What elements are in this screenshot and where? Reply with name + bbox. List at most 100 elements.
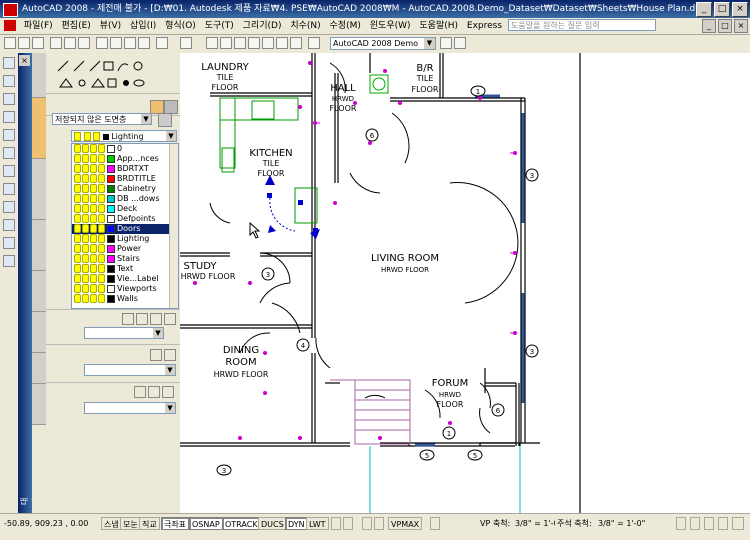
- menu-file[interactable]: 파일(F): [21, 18, 56, 34]
- bulb-icon[interactable]: [74, 164, 81, 173]
- doc-restore-button[interactable]: □: [718, 19, 732, 33]
- clean-screen-icon[interactable]: [732, 517, 744, 530]
- sun-icon[interactable]: [82, 264, 89, 273]
- workspace-dropdown[interactable]: AutoCAD 2008 Demo ▼: [330, 37, 436, 50]
- layer-row[interactable]: Text: [72, 264, 178, 274]
- draw-tools-icons[interactable]: [46, 53, 180, 93]
- object-property-dropdown[interactable]: ▼: [84, 327, 164, 339]
- lock-icon[interactable]: [98, 244, 105, 253]
- bulb-icon[interactable]: [74, 144, 81, 153]
- bulb-icon[interactable]: [74, 184, 81, 193]
- tab-table[interactable]: [32, 353, 46, 384]
- palette-title-bar[interactable]: × 대시보드: [18, 53, 62, 513]
- layer-row[interactable]: Viewports: [72, 284, 178, 294]
- copy-icon[interactable]: [110, 37, 122, 49]
- tool-10-icon[interactable]: [3, 219, 15, 231]
- layer-color-swatch[interactable]: [107, 224, 115, 233]
- zoom-extents-icon[interactable]: [162, 386, 174, 398]
- lock-icon[interactable]: [98, 164, 105, 173]
- sun-icon[interactable]: [82, 294, 89, 303]
- table-style-icon[interactable]: [164, 349, 176, 361]
- lock-icon[interactable]: [98, 274, 105, 283]
- lock-icon[interactable]: [98, 254, 105, 263]
- status-toggle[interactable]: 스냅: [101, 517, 122, 530]
- layer-color-swatch[interactable]: [107, 254, 115, 263]
- tool-2-icon[interactable]: [3, 75, 15, 87]
- annotation-scale-value[interactable]: 3/8" = 1'-0": [596, 517, 648, 530]
- open-icon[interactable]: [18, 37, 30, 49]
- lock-icon[interactable]: [98, 204, 105, 213]
- bulb-icon[interactable]: [74, 274, 81, 283]
- sun-icon[interactable]: [82, 184, 89, 193]
- tool-11-icon[interactable]: [3, 237, 15, 249]
- select-icon[interactable]: [122, 313, 134, 325]
- tool-1-icon[interactable]: [3, 57, 15, 69]
- bulb-icon[interactable]: [74, 254, 81, 263]
- preview-icon[interactable]: [64, 37, 76, 49]
- bulb-icon[interactable]: [74, 244, 81, 253]
- layer-row[interactable]: App...nces: [72, 154, 178, 164]
- model-icon[interactable]: [331, 517, 341, 530]
- lock-icon[interactable]: [98, 154, 105, 163]
- layer-row[interactable]: BDRTXT: [72, 164, 178, 174]
- workspace-settings-icon[interactable]: [440, 37, 452, 49]
- layer-row[interactable]: Doors: [72, 224, 178, 234]
- cut-icon[interactable]: [96, 37, 108, 49]
- pan-icon[interactable]: [134, 386, 146, 398]
- tool-6-icon[interactable]: [3, 147, 15, 159]
- layer-color-swatch[interactable]: [107, 174, 115, 183]
- layer-list[interactable]: 0 App...nces BDRTXT BRDTITLE Cabinetry DB ...…: [71, 143, 179, 309]
- layer-color-swatch[interactable]: [107, 234, 115, 243]
- status-toggle[interactable]: OTRACK: [222, 517, 261, 530]
- help-icon[interactable]: [308, 37, 320, 49]
- freeze-icon[interactable]: [90, 194, 97, 203]
- select-similar-icon[interactable]: [150, 313, 162, 325]
- sun-icon[interactable]: [82, 274, 89, 283]
- menu-tools[interactable]: 도구(T): [202, 18, 237, 34]
- tool-9-icon[interactable]: [3, 201, 15, 213]
- sun-icon[interactable]: [82, 234, 89, 243]
- layer-row[interactable]: Vie...Label: [72, 274, 178, 284]
- menu-insert[interactable]: 삽입(I): [127, 18, 159, 34]
- layer-row[interactable]: Defpoints: [72, 214, 178, 224]
- customize-icon[interactable]: [454, 37, 466, 49]
- paste-icon[interactable]: [124, 37, 136, 49]
- menu-draw[interactable]: 그리기(D): [240, 18, 285, 34]
- menu-help[interactable]: 도움말(H): [416, 18, 461, 34]
- viewport-next-icon[interactable]: [374, 517, 384, 530]
- tool-4-icon[interactable]: [3, 111, 15, 123]
- tab-modify[interactable]: [32, 312, 46, 353]
- sun-icon[interactable]: [82, 214, 89, 223]
- status-toggle[interactable]: 모눈: [120, 517, 141, 530]
- print-icon[interactable]: [50, 37, 62, 49]
- lock-icon[interactable]: [704, 517, 714, 530]
- tab-draw[interactable]: [32, 53, 46, 98]
- bulb-icon[interactable]: [74, 194, 81, 203]
- zoom-realtime-icon[interactable]: [220, 37, 232, 49]
- status-toggle[interactable]: DYN: [285, 517, 308, 530]
- vpmax-button[interactable]: VPMAX: [388, 517, 423, 530]
- floor-plan[interactable]: LAUNDRY TILE FLOOR B/R TILE FLOOR HALL H…: [180, 53, 750, 513]
- sun-icon[interactable]: [82, 254, 89, 263]
- tool-5-icon[interactable]: [3, 129, 15, 141]
- bulb-icon[interactable]: [74, 294, 81, 303]
- viewport-prev-icon[interactable]: [362, 517, 372, 530]
- bulb-icon[interactable]: [74, 214, 81, 223]
- freeze-icon[interactable]: [90, 184, 97, 193]
- layer-state-dropdown[interactable]: 저장되지 않은 도면층 ▼: [52, 113, 152, 125]
- sun-icon[interactable]: [82, 174, 89, 183]
- freeze-icon[interactable]: [90, 294, 97, 303]
- pan-icon[interactable]: [206, 37, 218, 49]
- sun-icon[interactable]: [82, 144, 89, 153]
- zoom-window-icon[interactable]: [234, 37, 246, 49]
- zoom-previous-icon[interactable]: [248, 37, 260, 49]
- lock-icon[interactable]: [98, 264, 105, 273]
- sun-icon[interactable]: [82, 204, 89, 213]
- doc-close-button[interactable]: ×: [734, 19, 748, 33]
- tab-layers[interactable]: [32, 98, 46, 159]
- save-icon[interactable]: [32, 37, 44, 49]
- tab-layers-2[interactable]: [32, 159, 46, 220]
- lock-icon[interactable]: [98, 284, 105, 293]
- freeze-icon[interactable]: [90, 244, 97, 253]
- vp-lock-icon[interactable]: [430, 517, 440, 530]
